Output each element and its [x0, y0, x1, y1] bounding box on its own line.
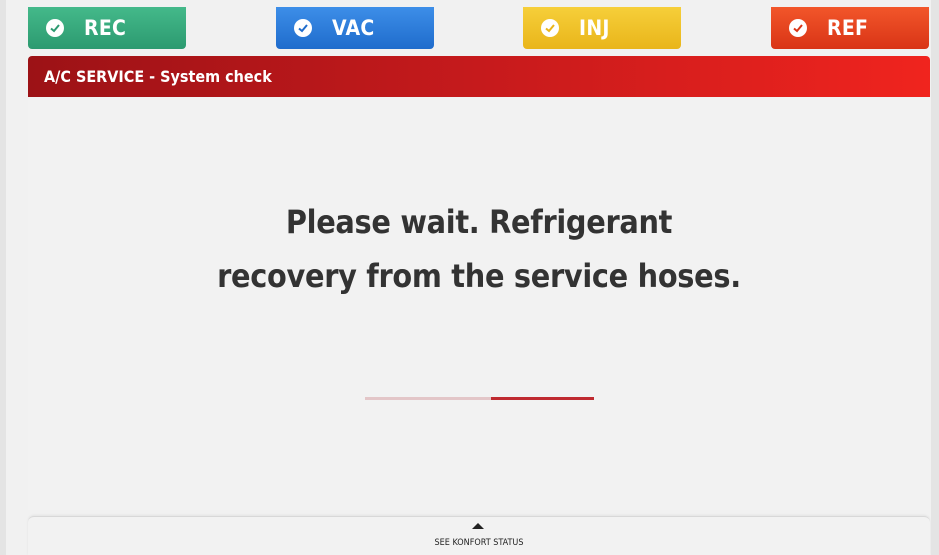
tab-rec-label: REC: [84, 16, 127, 40]
check-circle-icon: [789, 19, 807, 37]
status-message-line-1: Please wait. Refrigerant: [285, 203, 673, 241]
right-edge: [931, 0, 939, 555]
tab-vac[interactable]: VAC: [276, 7, 434, 49]
step-tabs: REC VAC INJ REF: [0, 0, 939, 52]
status-message: Please wait. Refrigerant recovery from t…: [28, 195, 930, 303]
status-message-line-2: recovery from the service hoses.: [217, 257, 741, 295]
progress-bar-fill: [490, 397, 594, 400]
tab-rec[interactable]: REC: [28, 7, 186, 49]
tab-vac-label: VAC: [332, 16, 375, 40]
tab-inj-label: INJ: [579, 16, 610, 40]
check-circle-icon: [46, 19, 64, 37]
check-circle-icon: [294, 19, 312, 37]
progress-bar: [365, 397, 594, 400]
konfort-status-label: SEE KONFORT STATUS: [434, 538, 524, 548]
tab-ref-label: REF: [827, 16, 869, 40]
tab-inj[interactable]: INJ: [523, 7, 681, 49]
konfort-status-toggle[interactable]: SEE KONFORT STATUS: [28, 516, 930, 555]
screen: REC VAC INJ REF A/C SERVICE - System che…: [0, 0, 939, 555]
check-circle-icon: [541, 19, 559, 37]
chevron-up-icon: [472, 523, 484, 529]
left-edge: [0, 0, 6, 555]
page-title: A/C SERVICE - System check: [28, 56, 930, 97]
main-content: Please wait. Refrigerant recovery from t…: [28, 97, 930, 510]
tab-ref[interactable]: REF: [771, 7, 929, 49]
